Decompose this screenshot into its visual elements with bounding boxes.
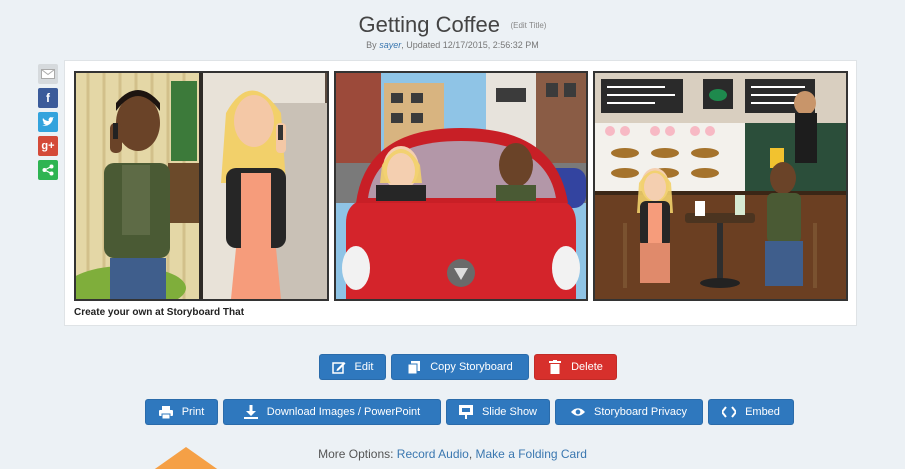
pencil-icon [331,360,346,374]
edit-title-link[interactable]: (Edit Title) [510,21,546,30]
author-link[interactable]: sayer [379,40,401,50]
storyboard-privacy-button-label: Storyboard Privacy [594,406,687,418]
byline-updated: , Updated 12/17/2015, 2:56:32 PM [401,40,539,50]
record-audio-link[interactable]: Record Audio [397,447,469,461]
arrow-up-icon [152,447,220,469]
edit-button[interactable]: Edit [319,354,386,380]
storyboard-cell-2 [334,71,588,301]
byline: By sayer, Updated 12/17/2015, 2:56:32 PM [0,40,905,50]
byline-prefix: By [366,40,380,50]
print-button-label: Print [181,406,205,418]
copy-storyboard-button-label: Copy Storyboard [430,361,513,373]
facebook-icon[interactable]: f [38,88,58,108]
slide-show-button[interactable]: Slide Show [446,399,550,425]
code-icon [722,405,737,419]
download-button[interactable]: Download Images / PowerPoint [223,399,441,425]
storyboard-cell-3 [593,71,848,301]
download-icon [243,405,258,419]
embed-button[interactable]: Embed [708,399,794,425]
page-title: Getting Coffee [358,12,500,37]
printer-icon [158,405,173,419]
copy-storyboard-button[interactable]: Copy Storyboard [391,354,529,380]
delete-button-label: Delete [571,361,603,373]
more-options: More Options: Record Audio, Make a Foldi… [0,447,905,461]
title-row: Getting Coffee (Edit Title) [0,12,905,38]
folding-card-link[interactable]: Make a Folding Card [476,447,587,461]
email-icon[interactable] [38,64,58,84]
eye-icon [571,405,586,419]
trash-icon [548,360,562,374]
storyboard-credit: Create your own at Storyboard That [74,307,245,318]
storyboard-privacy-button[interactable]: Storyboard Privacy [555,399,703,425]
embed-button-label: Embed [745,406,780,418]
google-plus-icon[interactable]: g+ [38,136,58,156]
print-button[interactable]: Print [145,399,218,425]
storyboard-cell-1 [74,71,329,301]
delete-button[interactable]: Delete [534,354,617,380]
presentation-icon [458,405,473,419]
more-options-separator: , [468,447,476,461]
twitter-icon[interactable] [38,112,58,132]
share-icon[interactable] [38,160,58,180]
copy-icon [407,360,421,374]
edit-button-label: Edit [354,361,374,373]
slide-show-button-label: Slide Show [481,406,538,418]
more-options-label: More Options: [318,447,397,461]
storyboard: Create your own at Storyboard That [64,60,857,326]
download-button-label: Download Images / PowerPoint [266,406,421,418]
